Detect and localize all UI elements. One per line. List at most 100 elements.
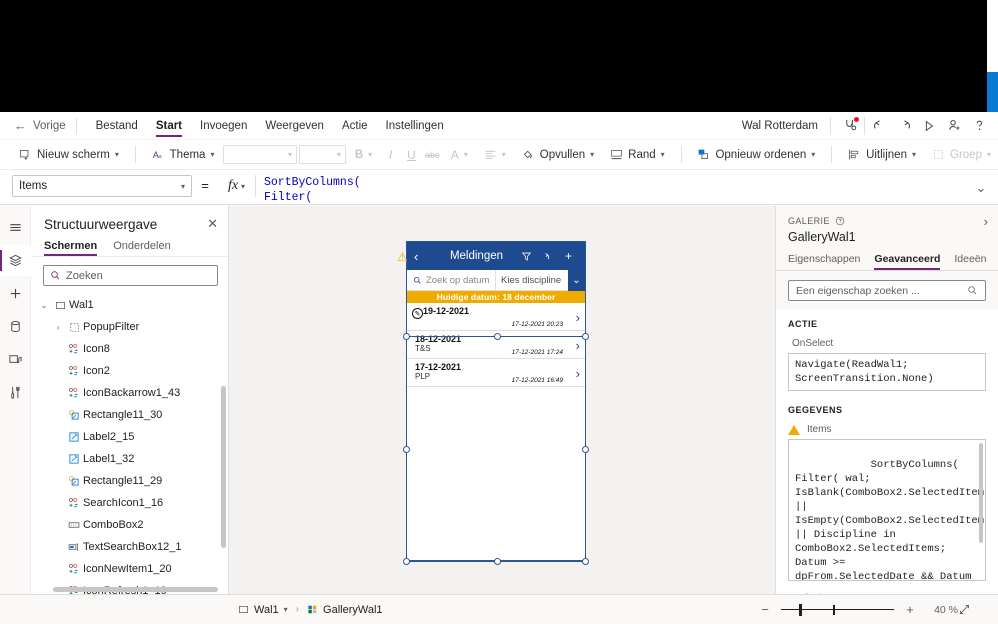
undo-icon[interactable] bbox=[868, 115, 890, 137]
app-screen-preview[interactable]: ‹ Meldingen + Zoek op datum Kies discipl… bbox=[406, 241, 586, 561]
tab-schermen[interactable]: Schermen bbox=[44, 240, 98, 256]
warning-triangle-icon[interactable] bbox=[788, 424, 800, 435]
chevron-down-icon[interactable]: ▾ bbox=[284, 605, 288, 614]
property-value-onselect[interactable]: Navigate(ReadWal1; ScreenTransition.None… bbox=[788, 353, 986, 391]
canvas-area[interactable]: ‹ Meldingen + Zoek op datum Kies discipl… bbox=[229, 206, 775, 594]
environment-label: Wal Rotterdam bbox=[741, 119, 818, 132]
italic-button[interactable]: I bbox=[381, 148, 400, 162]
font-family-select[interactable]: ▾ bbox=[223, 145, 298, 164]
play-icon[interactable] bbox=[918, 115, 940, 137]
tree-item-combobox2[interactable]: ComboBox2 bbox=[31, 514, 228, 536]
tab-geavanceerd[interactable]: Geavanceerd bbox=[874, 253, 940, 270]
zoom-out-button[interactable]: − bbox=[753, 602, 777, 617]
tree-item-popupfilter[interactable]: › PopupFilter bbox=[31, 316, 228, 338]
insert-icon[interactable] bbox=[0, 278, 31, 309]
tree-item-icon2[interactable]: Icon2 bbox=[31, 360, 228, 382]
property-select[interactable]: Items ▾ bbox=[12, 175, 192, 197]
chevron-right-icon[interactable]: › bbox=[576, 310, 580, 325]
discipline-chevron-down-icon[interactable]: ⌄ bbox=[568, 269, 585, 291]
tree-item-label2-15[interactable]: Label2_15 bbox=[31, 426, 228, 448]
tree-vertical-scrollbar[interactable] bbox=[221, 386, 226, 548]
theme-label: Thema bbox=[169, 148, 206, 161]
breadcrumb-control[interactable]: GalleryWal1 bbox=[307, 604, 383, 616]
zoom-slider-thumb[interactable] bbox=[799, 603, 802, 616]
media-icon[interactable] bbox=[0, 344, 31, 375]
formula-input[interactable]: SortByColumns( Filter( bbox=[256, 175, 964, 205]
ribbon-divider-1 bbox=[134, 146, 136, 163]
discipline-combobox[interactable]: Kies discipline bbox=[495, 269, 568, 291]
gallery-expand-chevron-icon[interactable]: ⌄ bbox=[408, 252, 416, 263]
new-screen-button[interactable]: Nieuw scherm ▾ bbox=[12, 145, 126, 164]
tree-item-iconnewitem1-20[interactable]: IconNewItem1_20 bbox=[31, 558, 228, 580]
redo-icon[interactable] bbox=[893, 115, 915, 137]
gallery-row[interactable]: 17-12-2021 PLP 17-12-2021 16:49 › bbox=[407, 359, 585, 387]
reorder-button[interactable]: Opnieuw ordenen ▾ bbox=[690, 145, 822, 164]
fx-button[interactable]: fx ▾ bbox=[218, 175, 256, 197]
chevron-left-icon[interactable]: ‹ bbox=[414, 249, 432, 264]
tree-item-iconbackarrow1-43[interactable]: IconBackarrow1_43 bbox=[31, 382, 228, 404]
menu-item-bestand[interactable]: Bestand bbox=[87, 116, 147, 136]
formula-expand-button[interactable]: ⌄ bbox=[964, 175, 998, 196]
property-search-input[interactable]: Een eigenschap zoeken ... bbox=[788, 280, 986, 301]
breadcrumb-screen[interactable]: Wal1 ▾ bbox=[238, 604, 288, 616]
underline-button[interactable]: U bbox=[402, 148, 421, 162]
back-button[interactable]: ← Vorige bbox=[14, 119, 66, 132]
group-label: Groep bbox=[950, 148, 982, 161]
tree-item-textsearchbox12-1[interactable]: TextSearchBox12_1 bbox=[31, 536, 228, 558]
edit-pencil-icon[interactable]: ✎ bbox=[412, 308, 423, 319]
chevron-right-icon[interactable]: › bbox=[576, 366, 580, 381]
gallery-row[interactable]: 18-12-2021 T&S 17-12-2021 17:24 › bbox=[407, 331, 585, 359]
tree-item-icon8[interactable]: Icon8 bbox=[31, 338, 228, 360]
gallery-row[interactable]: ✎ 19-12-2021 17-12-2021 20:23 › bbox=[407, 303, 585, 331]
tree-item-label1-32[interactable]: Label1_32 bbox=[31, 448, 228, 470]
zoom-in-button[interactable]: + bbox=[898, 602, 922, 617]
chevron-right-icon[interactable]: › bbox=[576, 338, 580, 353]
fill-button[interactable]: Opvullen ▾ bbox=[515, 145, 601, 164]
zoom-slider[interactable] bbox=[781, 603, 894, 617]
font-size-select[interactable]: ▾ bbox=[299, 145, 346, 164]
fit-screen-icon[interactable] bbox=[958, 603, 986, 616]
strikethrough-button[interactable]: abc bbox=[423, 150, 442, 160]
help-icon[interactable] bbox=[968, 115, 990, 137]
gallery-row-date: 17-12-2021 bbox=[415, 362, 462, 372]
menu-item-invoegen[interactable]: Invoegen bbox=[191, 116, 256, 136]
date-search-input[interactable]: Zoek op datum bbox=[407, 275, 495, 286]
tools-icon[interactable] bbox=[0, 377, 31, 408]
tab-ideeen[interactable]: Ideeën bbox=[954, 253, 986, 270]
tree-horizontal-scrollbar[interactable] bbox=[53, 587, 218, 592]
property-value-items[interactable]: SortByColumns( Filter( wal; IsBlank(Comb… bbox=[788, 439, 986, 581]
menu-item-weergeven[interactable]: Weergeven bbox=[256, 116, 333, 136]
menu-toggle-icon[interactable] bbox=[0, 212, 31, 243]
share-icon[interactable] bbox=[943, 115, 965, 137]
data-icon[interactable] bbox=[0, 311, 31, 342]
refresh-icon[interactable] bbox=[540, 251, 559, 262]
chevron-down-icon[interactable]: ⌄ bbox=[37, 301, 51, 310]
tree-view-icon[interactable] bbox=[0, 245, 31, 276]
tab-onderdelen[interactable]: Onderdelen bbox=[113, 240, 171, 256]
chevron-right-icon[interactable]: › bbox=[51, 323, 65, 332]
items-scrollbar[interactable] bbox=[979, 443, 983, 543]
menu-item-start[interactable]: Start bbox=[147, 116, 191, 137]
health-check-icon[interactable] bbox=[839, 115, 861, 137]
tree-search-input[interactable]: Zoeken bbox=[43, 265, 218, 286]
panel-collapse-icon[interactable]: › bbox=[984, 214, 988, 229]
tree-item-rectangle11-29[interactable]: Rectangle11_29 bbox=[31, 470, 228, 492]
add-icon[interactable]: + bbox=[559, 249, 578, 263]
menu-item-actie[interactable]: Actie bbox=[333, 116, 377, 136]
align-button[interactable]: Uitlijnen ▾ bbox=[841, 145, 923, 164]
canvas-warning-icon[interactable]: ⚠ bbox=[397, 250, 408, 264]
zoom-value: 40 % bbox=[934, 603, 958, 616]
bold-button[interactable]: B ▾ bbox=[348, 146, 379, 164]
tree-root-wal1[interactable]: ⌄ Wal1 bbox=[31, 294, 228, 316]
border-button[interactable]: Rand ▾ bbox=[603, 145, 672, 164]
tree-item-searchicon1-16[interactable]: SearchIcon1_16 bbox=[31, 492, 228, 514]
font-color-button[interactable]: A ▾ bbox=[444, 145, 475, 165]
tab-eigenschappen[interactable]: Eigenschappen bbox=[788, 253, 860, 270]
tree-item-rectangle11-30[interactable]: Rectangle11_30 bbox=[31, 404, 228, 426]
menu-item-instellingen[interactable]: Instellingen bbox=[377, 116, 453, 136]
filter-icon[interactable] bbox=[521, 251, 540, 262]
close-icon[interactable]: ✕ bbox=[207, 216, 218, 232]
theme-button[interactable]: Aa Thema ▾ bbox=[145, 145, 222, 164]
fill-label: Opvullen bbox=[539, 148, 586, 161]
align-text-button[interactable]: ▾ bbox=[477, 145, 513, 164]
